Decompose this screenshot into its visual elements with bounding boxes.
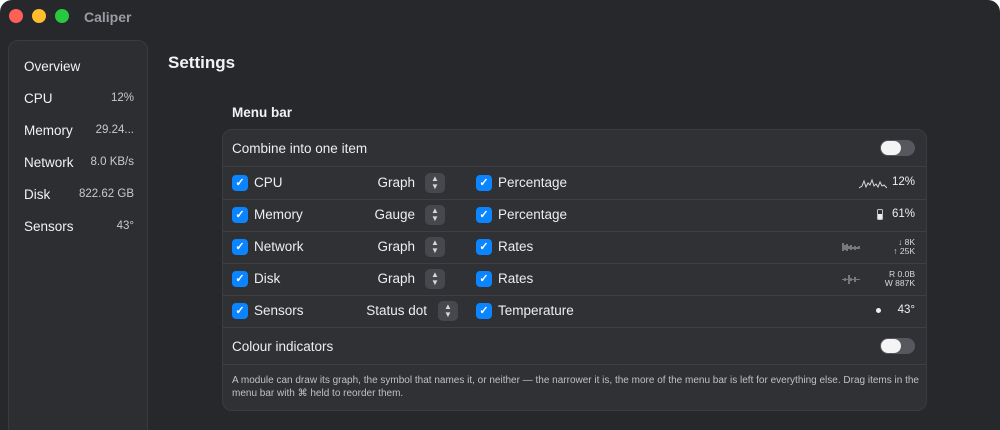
memory-metric-checkbox[interactable]: ✓ xyxy=(476,207,492,223)
module-metric: Percentage xyxy=(498,207,568,222)
bar-graph-icon xyxy=(842,275,860,284)
sidebar-item-label: Network xyxy=(24,155,74,170)
chevron-updown-icon[interactable]: ▲ ▼ xyxy=(425,269,445,289)
module-name: Sensors xyxy=(254,303,304,318)
module-row-disk: ✓ Disk Graph ▲ ▼ ✓ Rates R 0.0B W 887K xyxy=(223,263,926,295)
toggle-knob xyxy=(881,339,901,353)
section-title: Menu bar xyxy=(232,105,293,120)
cpu-style-select[interactable]: Graph xyxy=(343,175,415,190)
network-enable-checkbox[interactable]: ✓ xyxy=(232,239,248,255)
divider xyxy=(223,364,926,365)
module-metric: Rates xyxy=(498,239,534,254)
sidebar-item-label: Disk xyxy=(24,187,51,202)
sidebar-item-network[interactable]: Network 8.0 KB/s xyxy=(9,147,147,179)
toggle-knob xyxy=(881,141,901,155)
sidebar-item-value: 822.62 GB xyxy=(79,188,134,200)
sidebar-item-label: CPU xyxy=(24,91,53,106)
sidebar-item-value: 29.24... xyxy=(95,124,134,136)
disk-enable-checkbox[interactable]: ✓ xyxy=(232,271,248,287)
chevron-updown-icon[interactable]: ▲ ▼ xyxy=(438,301,458,321)
chevron-updown-icon[interactable]: ▲ ▼ xyxy=(425,205,445,225)
sidebar-item-label: Overview xyxy=(24,59,81,74)
gauge-fill xyxy=(878,214,882,219)
disk-metric-checkbox[interactable]: ✓ xyxy=(476,271,492,287)
module-name: CPU xyxy=(254,175,283,190)
sidebar-item-memory[interactable]: Memory 29.24... xyxy=(9,115,147,147)
module-row-sensors: ✓ Sensors Status dot ▲ ▼ ✓ Temperature 43… xyxy=(223,295,926,327)
chevron-updown-icon[interactable]: ▲ ▼ xyxy=(425,173,445,193)
network-up-rate: ↑ 25K xyxy=(893,246,915,256)
minimize-window-button[interactable] xyxy=(32,9,46,23)
module-row-memory: ✓ Memory Gauge ▲ ▼ ✓ Percentage 61% xyxy=(223,199,926,231)
battery-gauge-icon xyxy=(877,209,883,220)
chevron-updown-icon[interactable]: ▲ ▼ xyxy=(425,237,445,257)
bar-graph-icon xyxy=(842,243,860,251)
cpu-preview-value: 12% xyxy=(891,176,915,188)
network-metric-checkbox[interactable]: ✓ xyxy=(476,239,492,255)
menu-bar-settings-panel: Combine into one item ✓ CPU Graph ▲ ▼ ✓ P… xyxy=(222,129,927,411)
sidebar-item-sensors[interactable]: Sensors 43° xyxy=(9,211,147,243)
module-metric: Percentage xyxy=(498,175,568,190)
zoom-window-button[interactable] xyxy=(55,9,69,23)
module-name: Memory xyxy=(254,207,303,222)
disk-rates: R 0.0B W 887K xyxy=(867,270,915,288)
window-title: Caliper xyxy=(84,9,132,25)
close-window-button[interactable] xyxy=(9,9,23,23)
cpu-enable-checkbox[interactable]: ✓ xyxy=(232,175,248,191)
module-row-network: ✓ Network Graph ▲ ▼ ✓ Rates ↓ 8K ↑ 25K xyxy=(223,231,926,263)
sidebar-item-label: Sensors xyxy=(24,219,74,234)
cpu-metric-checkbox[interactable]: ✓ xyxy=(476,175,492,191)
module-name: Disk xyxy=(254,271,281,286)
network-rates: ↓ 8K ↑ 25K xyxy=(867,238,915,256)
colour-indicators-toggle[interactable] xyxy=(880,338,915,354)
sidebar-item-value: 12% xyxy=(110,92,134,104)
sidebar-item-disk[interactable]: Disk 822.62 GB xyxy=(9,179,147,211)
memory-preview-value: 61% xyxy=(891,208,915,220)
sidebar-item-value: 43° xyxy=(116,220,134,232)
sensors-enable-checkbox[interactable]: ✓ xyxy=(232,303,248,319)
app-window: Caliper Overview CPU 12% Memory 29.24...… xyxy=(0,0,1000,430)
sidebar: Overview CPU 12% Memory 29.24... Network… xyxy=(8,40,148,430)
title-bar: Caliper xyxy=(0,0,1000,34)
disk-style-select[interactable]: Graph xyxy=(343,271,415,286)
module-name: Network xyxy=(254,239,304,254)
page-title: Settings xyxy=(168,53,236,72)
combine-label: Combine into one item xyxy=(232,141,368,156)
sidebar-item-value: 8.0 KB/s xyxy=(90,156,134,168)
sensors-style-select[interactable]: Status dot xyxy=(343,303,427,318)
sensors-metric-checkbox[interactable]: ✓ xyxy=(476,303,492,319)
footnote: A module can draw its graph, the symbol … xyxy=(232,375,919,399)
disk-write-rate: W 887K xyxy=(884,278,915,288)
module-row-cpu: ✓ CPU Graph ▲ ▼ ✓ Percentage 12% xyxy=(223,167,926,199)
divider xyxy=(223,327,926,328)
combine-toggle[interactable] xyxy=(880,140,915,156)
status-dot-icon xyxy=(876,308,881,313)
network-style-select[interactable]: Graph xyxy=(343,239,415,254)
sparkline-icon xyxy=(859,178,887,189)
memory-enable-checkbox[interactable]: ✓ xyxy=(232,207,248,223)
sidebar-item-overview[interactable]: Overview xyxy=(9,51,147,83)
sidebar-item-cpu[interactable]: CPU 12% xyxy=(9,83,147,115)
module-metric: Temperature xyxy=(498,303,574,318)
sensors-preview-value: 43° xyxy=(897,304,915,316)
sidebar-item-label: Memory xyxy=(24,123,73,138)
colour-indicators-label: Colour indicators xyxy=(232,339,334,354)
module-metric: Rates xyxy=(498,271,534,286)
memory-style-select[interactable]: Gauge xyxy=(343,207,415,222)
